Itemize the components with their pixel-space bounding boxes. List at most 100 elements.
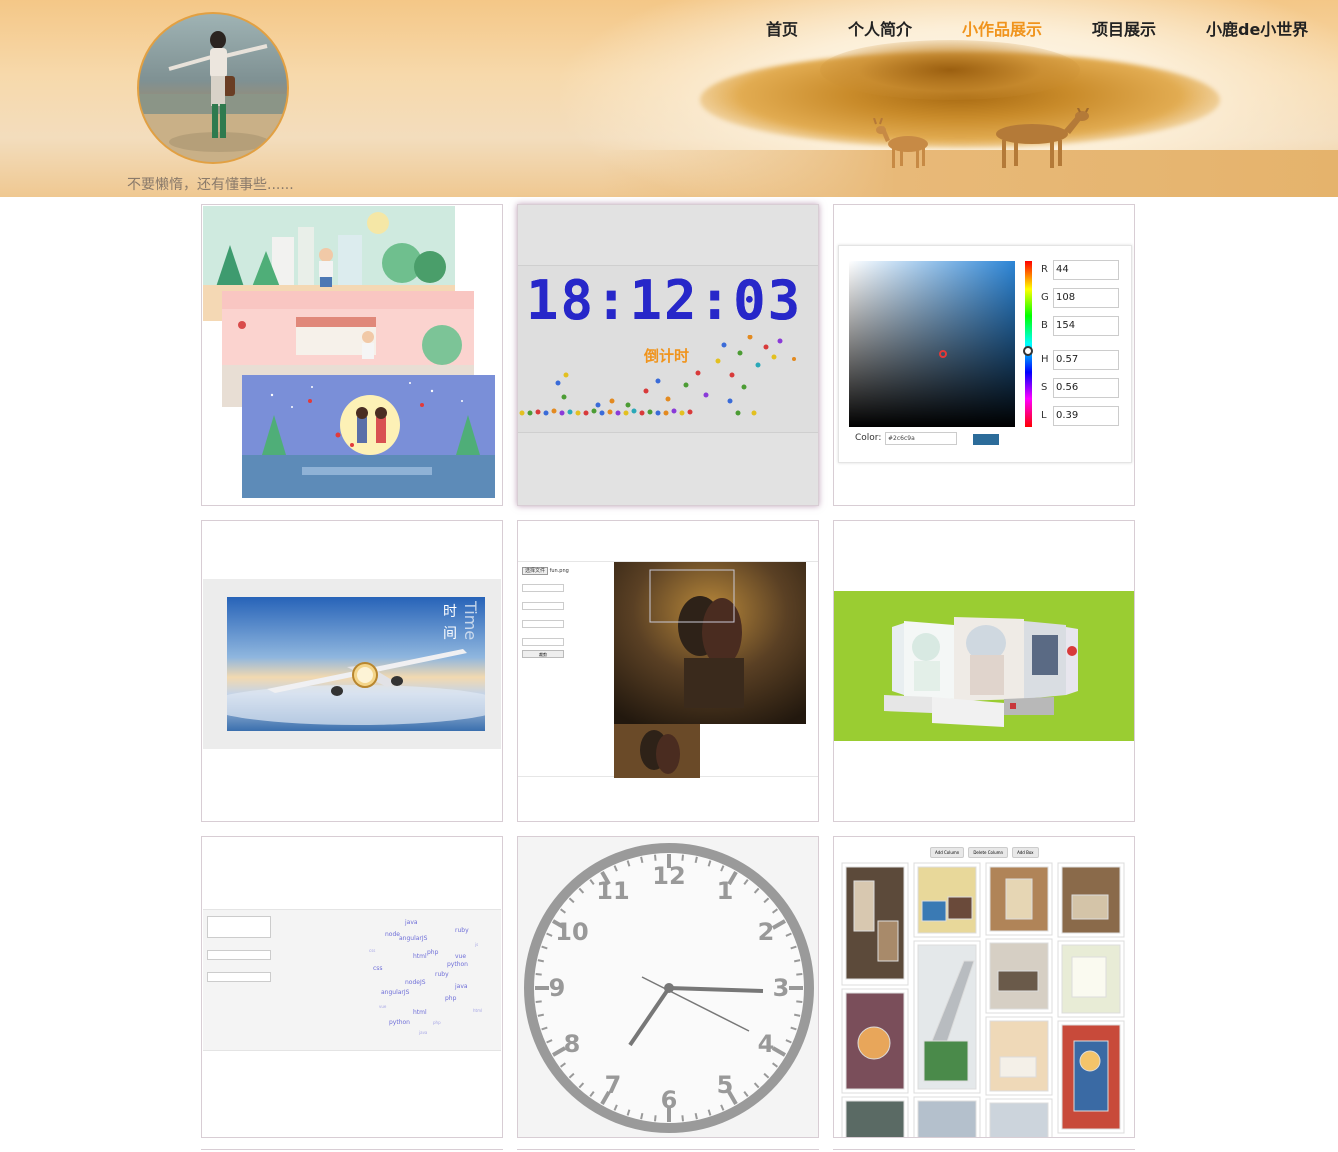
clock-tick <box>681 854 684 861</box>
color-swatch <box>973 434 999 445</box>
clock-number-12: 12 <box>652 862 685 890</box>
clock-number-10: 10 <box>555 918 588 946</box>
clock-number-4: 4 <box>758 1030 775 1058</box>
tag-word-11: ruby <box>435 971 449 978</box>
work-card-digital-clock[interactable]: 18:12:03 倒计时 <box>517 204 819 506</box>
delete-column-button: Delete Column <box>968 847 1009 858</box>
tag-word-14: php <box>445 995 457 1002</box>
time-thumbnail: 时 间 Time <box>203 579 501 749</box>
clock-tick <box>535 1000 542 1003</box>
nav-world[interactable]: 小鹿de小世界 <box>1206 16 1308 40</box>
layout-buttons: Add Column Delete Column Add Box <box>930 847 1039 858</box>
clock-tick <box>640 856 644 864</box>
svg-text:js: js <box>474 942 478 947</box>
clock-number-6: 6 <box>661 1086 678 1114</box>
nav-home[interactable]: 首页 <box>766 16 798 40</box>
s-input: 0.56 <box>1053 378 1119 398</box>
clock-tick <box>694 856 698 864</box>
clock-number-9: 9 <box>549 974 566 1002</box>
tag-word-4: ruby <box>455 927 469 934</box>
clock-tick <box>640 1112 644 1120</box>
svg-text:css: css <box>369 948 375 953</box>
crop-input-4 <box>522 638 564 646</box>
work-card-color-picker[interactable]: R 44 G 108 B 154 H 0.57 S 0.56 L 0.39 Co… <box>833 204 1135 506</box>
clock-tick <box>796 973 803 976</box>
time-title-cn-2: 间 <box>443 626 457 642</box>
svg-text:vue: vue <box>379 1004 387 1009</box>
falling-balls <box>519 335 796 416</box>
file-name: fun.png <box>549 568 569 574</box>
work-card-analog-clock[interactable]: 12 1 2 3 4 5 6 7 8 9 10 11 <box>517 836 819 1138</box>
work-card-carousel[interactable] <box>833 520 1135 822</box>
r-input: 44 <box>1053 260 1119 280</box>
digital-clock-thumbnail: 18:12:03 倒计时 <box>518 205 818 505</box>
motto-text: 不要懒惰，还有懂事些...... <box>127 177 294 193</box>
color-hex-input: #2c6c9a <box>885 432 957 445</box>
clock-tick <box>694 1112 698 1120</box>
analog-clock: 12 1 2 3 4 5 6 7 8 9 10 11 <box>524 843 814 1133</box>
svg-text:php: php <box>433 1020 441 1025</box>
tag-word-1: java <box>404 919 418 926</box>
l-input: 0.39 <box>1053 406 1119 426</box>
clock-number-1: 1 <box>717 877 734 905</box>
tag-word-2: node <box>385 931 400 938</box>
header-tree-canopy <box>820 40 1080 100</box>
tag-word-10: nodeJS <box>405 979 426 986</box>
clock-number-2: 2 <box>758 918 775 946</box>
deer-small-icon <box>873 118 928 168</box>
hue-slider <box>1025 261 1032 427</box>
clock-tick <box>654 854 657 861</box>
image-crop-thumbnail: 选择文件 fun.png 裁剪 <box>518 561 818 778</box>
b-input: 154 <box>1053 316 1119 336</box>
svg-text:html: html <box>473 1008 482 1013</box>
main-nav: 首页 个人简介 小作品展示 项目展示 小鹿de小世界 <box>0 16 1338 40</box>
work-card-illustration[interactable] <box>201 204 503 506</box>
photo-grid-thumbnail: Add Column Delete Column Add Box <box>834 837 1134 1137</box>
time-title-cn: 时 间 <box>443 601 457 645</box>
clock-number-5: 5 <box>717 1071 734 1099</box>
work-card-photo-grid[interactable]: Add Column Delete Column Add Box <box>833 836 1135 1138</box>
crop-form: 选择文件 fun.png <box>522 567 569 575</box>
clock-number-11: 11 <box>596 877 629 905</box>
g-label: G <box>1041 292 1049 303</box>
tag-cloud-thumbnail: java node angularJS ruby html python php… <box>203 909 501 1051</box>
deer-large-icon <box>996 108 1090 168</box>
clock-tick <box>796 1000 803 1003</box>
photo-grid <box>841 862 1125 1137</box>
clock-tick <box>535 973 542 976</box>
clock-number-7: 7 <box>605 1071 622 1099</box>
tag-cloud-sphere: java node angularJS ruby html python php… <box>369 919 482 1035</box>
clock-digits: 18:12:03 <box>526 269 803 332</box>
tag-word-3: angularJS <box>399 935 428 942</box>
crop-result-image <box>614 724 700 778</box>
nav-works[interactable]: 小作品展示 <box>962 16 1042 40</box>
tag-input-2 <box>207 950 271 960</box>
saturation-square <box>849 261 1015 427</box>
carousel-thumbnail <box>834 591 1134 741</box>
analog-clock-thumbnail: 12 1 2 3 4 5 6 7 8 9 10 11 <box>518 837 818 1137</box>
picker-cursor <box>939 350 947 358</box>
color-picker-thumbnail: R 44 G 108 B 154 H 0.57 S 0.56 L 0.39 Co… <box>838 245 1132 463</box>
tag-word-9: css <box>373 965 383 972</box>
tag-input-1 <box>207 916 271 938</box>
work-card-time[interactable]: 时 间 Time <box>201 520 503 822</box>
r-label: R <box>1041 264 1048 275</box>
illustration-thumbnail <box>203 206 495 498</box>
work-card-tag-cloud[interactable]: java node angularJS ruby html python php… <box>201 836 503 1138</box>
nav-profile[interactable]: 个人简介 <box>848 16 912 40</box>
tag-word-16: python <box>389 1019 410 1026</box>
h-label: H <box>1041 354 1049 365</box>
tag-word-6: python <box>447 961 468 968</box>
work-card-image-crop[interactable]: 选择文件 fun.png 裁剪 <box>517 520 819 822</box>
add-box-button: Add Box <box>1012 847 1039 858</box>
nav-projects[interactable]: 项目展示 <box>1092 16 1156 40</box>
l-label: L <box>1041 410 1047 421</box>
tag-word-13: angularJS <box>381 989 410 996</box>
page-header: 不要懒惰，还有懂事些...... 首页 个人简介 小作品展示 项目展示 小鹿de… <box>0 0 1338 197</box>
clock-tick <box>654 1115 657 1122</box>
crop-submit-button: 裁剪 <box>522 650 564 658</box>
tag-word-12: java <box>454 983 468 990</box>
add-column-button: Add Column <box>930 847 965 858</box>
tag-word-8: vue <box>455 953 466 960</box>
crop-source-image <box>614 562 806 724</box>
